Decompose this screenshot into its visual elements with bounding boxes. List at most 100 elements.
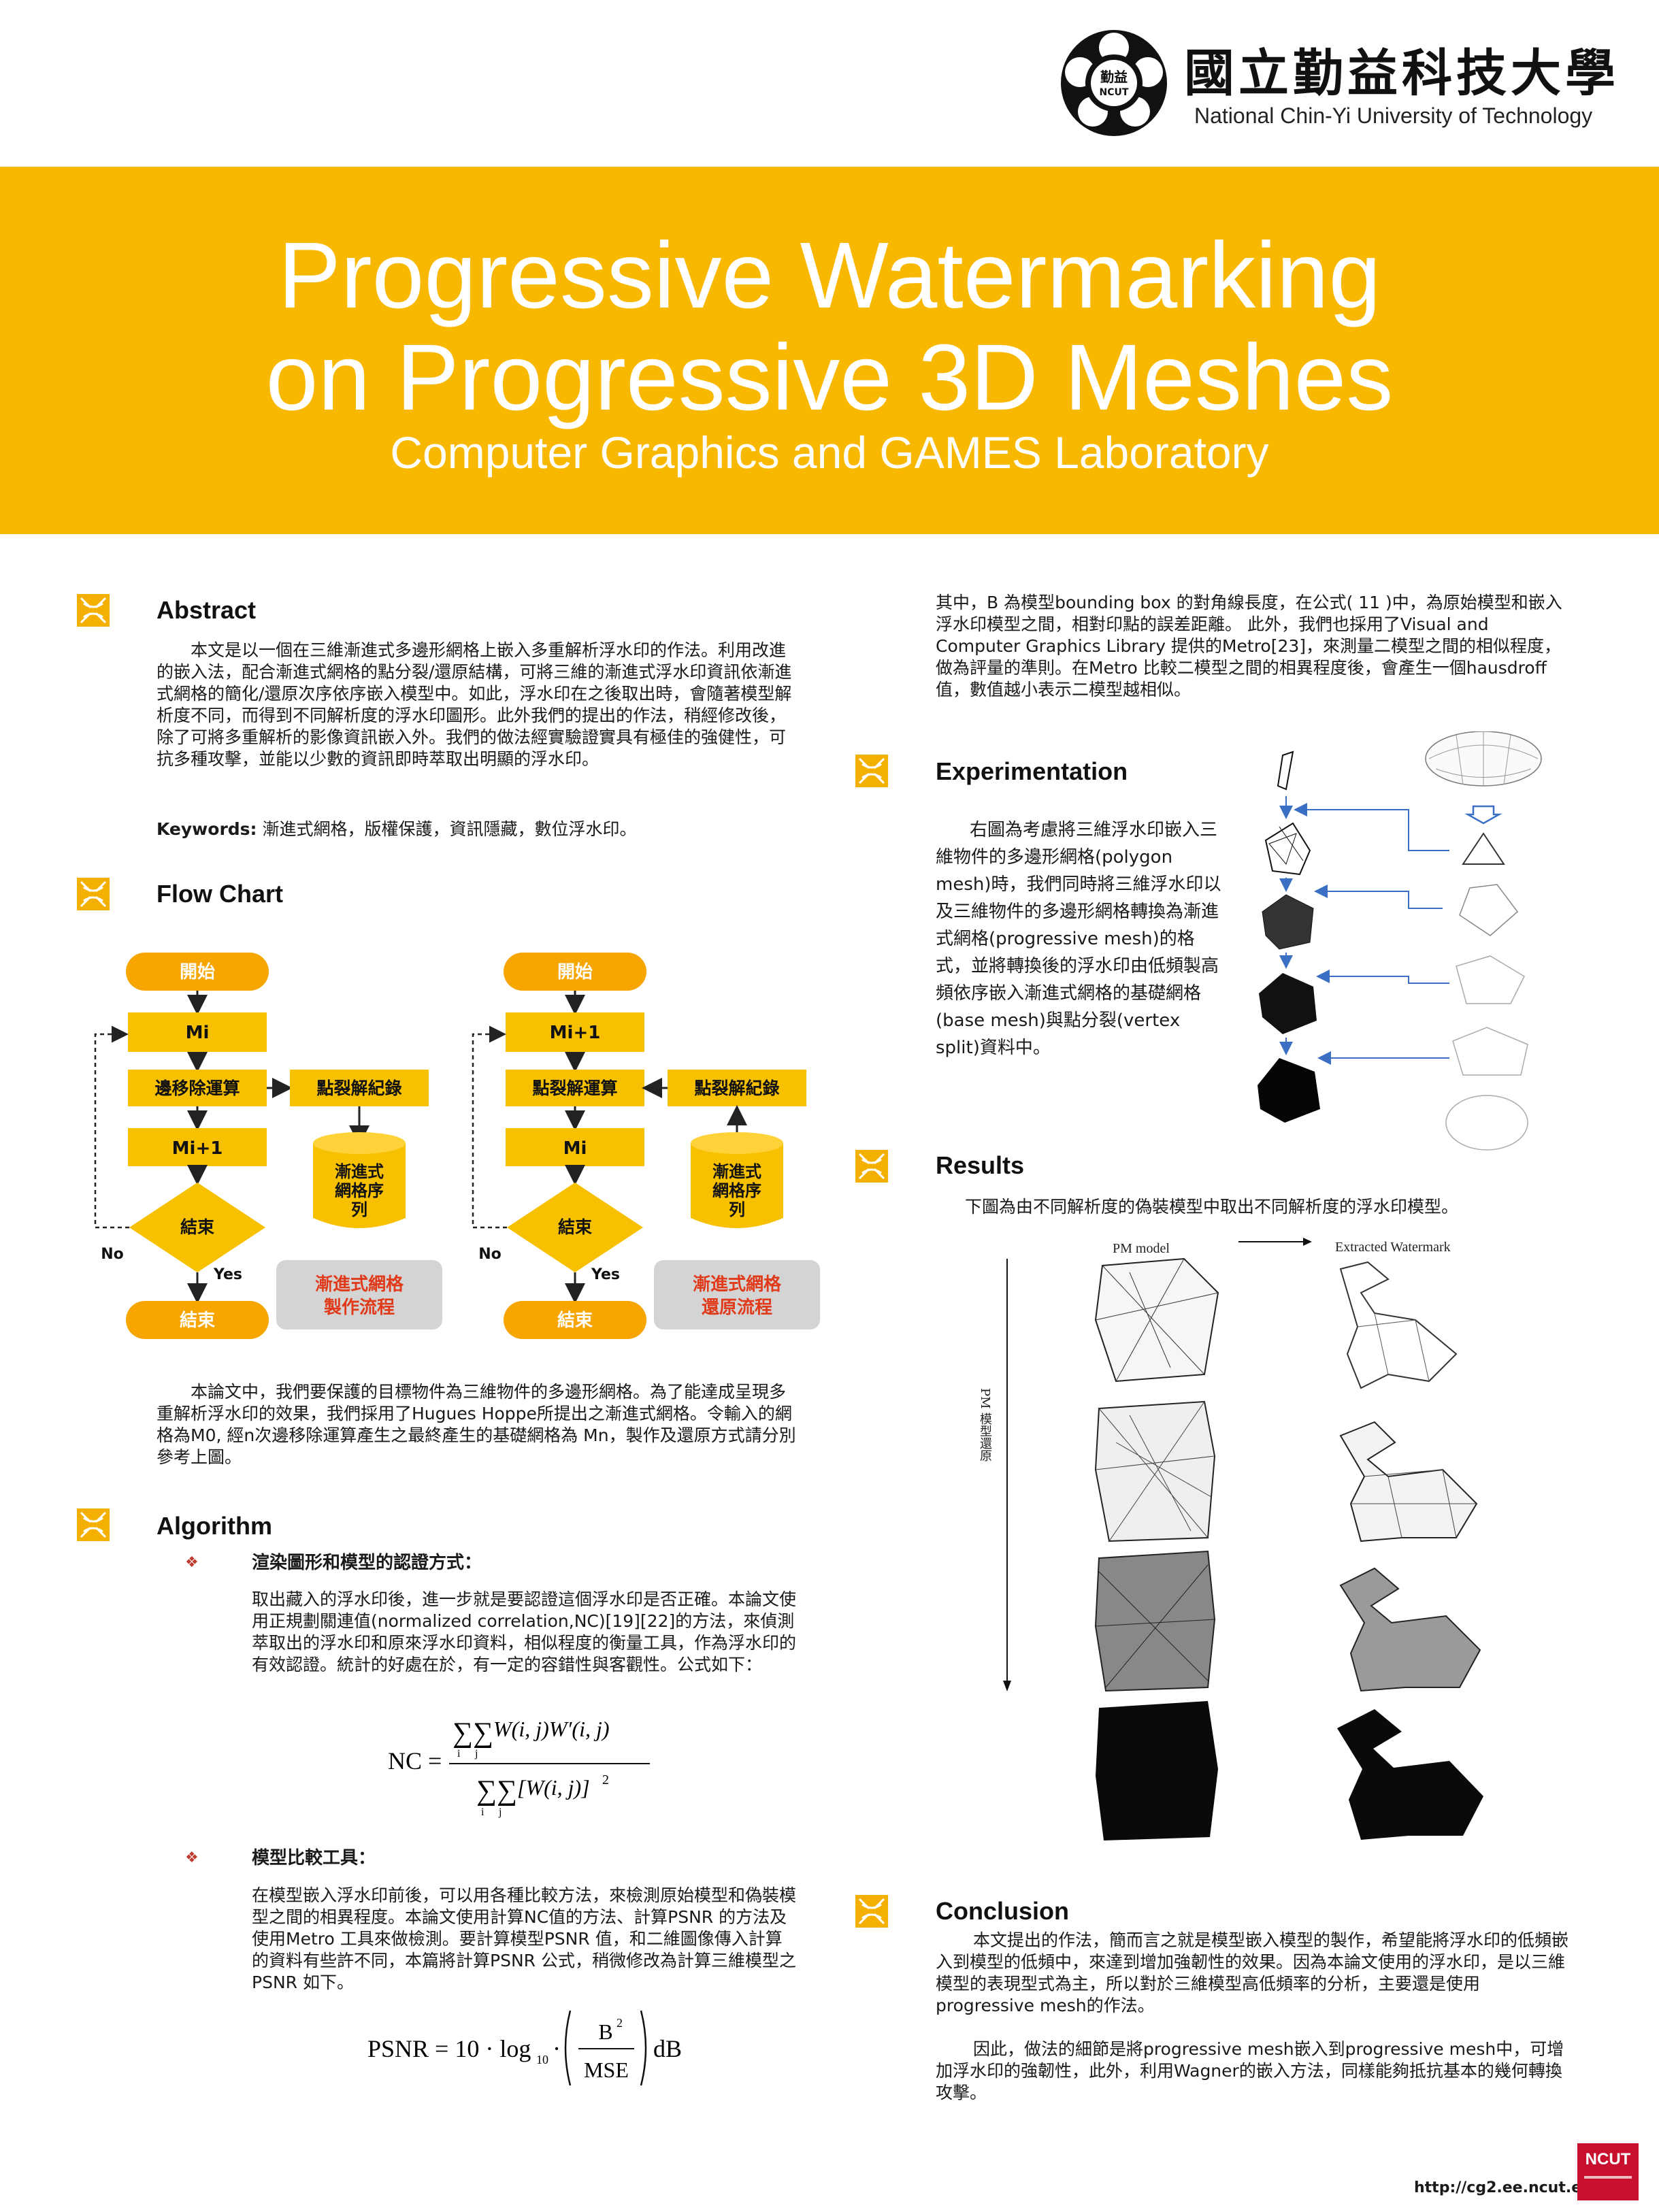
seal-text-en: NCUT — [1100, 87, 1129, 98]
section-ornament-icon — [855, 1150, 888, 1183]
svg-text:NC =: NC = — [388, 1747, 442, 1774]
flow-left-op-label: 邊移除運算 — [154, 1078, 240, 1098]
flow-left-caption-box — [276, 1260, 442, 1330]
mesh-stage-3 — [1262, 894, 1314, 950]
svg-text:MSE: MSE — [584, 2058, 629, 2082]
university-name-cn: 國立勤益科技大學 — [1184, 44, 1620, 103]
section-ornament-icon — [855, 755, 888, 787]
algorithm-heading: Algorithm — [157, 1512, 272, 1540]
svg-text:i: i — [457, 1748, 461, 1760]
section-ornament-icon — [77, 594, 110, 627]
svg-text:[W(i, j)]: [W(i, j)] — [517, 1775, 590, 1800]
seal-text-cn: 勤益 — [1100, 69, 1128, 85]
pm-model-full — [1096, 1701, 1218, 1840]
flow-right-caption-line1: 漸進式網格 — [693, 1274, 782, 1295]
experimentation-heading: Experimentation — [936, 757, 1128, 785]
svg-text:PSNR = 10 · log: PSNR = 10 · log — [367, 2035, 531, 2062]
keywords-text: 漸進式網格，版權保護，資訊隱藏，數位浮水印。 — [262, 819, 637, 839]
flow-right-mi1-label: Mi — [563, 1138, 587, 1159]
mesh-stage-5 — [1258, 1058, 1320, 1123]
university-logo: 勤益 NCUT 國立勤益科技大學 National Chin-Yi Univer… — [1058, 27, 1637, 143]
pm-model-mid — [1094, 1400, 1216, 1542]
flow-right-mi-label: Mi+1 — [550, 1023, 601, 1043]
flow-left-caption-line2: 製作流程 — [324, 1298, 395, 1318]
keywords-label: Keywords: — [157, 819, 257, 839]
results-body: 下圖為由不同解析度的偽裝模型中取出不同解析度的浮水印模型。 — [965, 1197, 1459, 1217]
svg-text:·: · — [553, 2035, 561, 2062]
algorithm-item2-body: 在模型嵌入浮水印前後，可以用各種比較方法，來檢測原始模型和偽裝模型之間的相異程度… — [252, 1885, 797, 1992]
results-heading: Results — [936, 1151, 1025, 1179]
flow-right-yes-label: Yes — [591, 1266, 620, 1283]
results-axis-label: PM 模型還原 — [978, 1388, 992, 1462]
conclusion-para2: 因此，做法的細節是將progressive mesh嵌入到progressive… — [936, 2039, 1564, 2102]
pm-model-low — [1094, 1257, 1219, 1383]
flow-right-record-label: 點裂解紀錄 — [694, 1078, 779, 1098]
flow-left: 開始 Mi 邊移除運算 點裂解紀錄 漸進式 網格序 列 Mi+1 結束 No Y… — [94, 953, 442, 1339]
mesh-stage-4 — [1259, 973, 1317, 1034]
mesh-stage-2 — [1264, 822, 1311, 876]
psnr-formula: PSNR = 10 · log 10 · B 2 MSE dB — [367, 2010, 682, 2086]
flowchart-heading: Flow Chart — [157, 880, 283, 908]
flow-left-mi-label: Mi — [186, 1023, 210, 1043]
poster-subtitle: Computer Graphics and GAMES Laboratory — [390, 427, 1269, 478]
diamond-bullet-icon: ❖ — [185, 1849, 199, 1866]
flow-right-decision-label: 結束 — [558, 1217, 593, 1237]
flow-left-record-label: 點裂解紀錄 — [316, 1078, 401, 1098]
svg-text:W(i, j)W′(i, j): W(i, j)W′(i, j) — [493, 1717, 610, 1741]
ncut-badge-text: NCUT — [1585, 2150, 1631, 2168]
flow-right-no-label: No — [478, 1246, 502, 1263]
flow-left-yes-label: Yes — [213, 1266, 242, 1283]
abstract-body: 本文是以一個在三維漸進式多邊形網格上嵌入多重解析浮水印的作法。利用改進的嵌入法，… — [157, 640, 792, 769]
flow-left-start-label: 開始 — [180, 962, 215, 983]
watermark-stage-5 — [1445, 1095, 1528, 1151]
flow-left-decision-label: 結束 — [180, 1217, 215, 1237]
conclusion-heading: Conclusion — [936, 1897, 1069, 1925]
flow-left-seq-line1: 漸進式 — [335, 1162, 384, 1181]
flow-right-caption-box — [654, 1260, 820, 1330]
mesh-stage-1 — [1277, 750, 1294, 791]
watermark-base-mesh — [1462, 832, 1505, 865]
algorithm-item1-title: 渲染圖形和模型的認證方式： — [252, 1553, 482, 1573]
flow-left-no-label: No — [101, 1246, 124, 1263]
svg-text:∑∑: ∑∑ — [476, 1775, 517, 1806]
watermark-stage-2 — [1459, 884, 1519, 936]
section-ornament-icon — [77, 1508, 110, 1541]
flowchart-description: 本論文中，我們要保護的目標物件為三維物件的多邊形網格。為了能達成呈現多重解析浮水… — [157, 1382, 796, 1467]
keywords-line: Keywords: 漸進式網格，版權保護，資訊隱藏，數位浮水印。 — [157, 819, 796, 840]
svg-text:B: B — [598, 2019, 612, 2044]
flow-right-seq-line2: 網格序 — [712, 1181, 761, 1200]
flow-right-start-label: 開始 — [557, 962, 593, 983]
algorithm-item1-body: 取出藏入的浮水印後，進一步就是要認證這個浮水印是否正確。本論文使用正規劃關連值(… — [252, 1589, 797, 1674]
ncut-badge: NCUT — [1577, 2143, 1639, 2200]
experimentation-body: 右圖為考慮將三維浮水印嵌入三維物件的多邊形網格(polygon mesh)時，我… — [936, 820, 1221, 1058]
results-down-arrow-icon — [1003, 1259, 1011, 1691]
flowchart-diagram: 開始 Mi 邊移除運算 點裂解紀錄 漸進式 網格序 列 Mi+1 結束 No Y… — [94, 953, 820, 1339]
experimentation-mesh-figure — [1258, 731, 1542, 1151]
flow-left-caption-line1: 漸進式網格 — [315, 1274, 404, 1295]
university-seal-icon: 勤益 NCUT — [1061, 30, 1167, 136]
flow-right: 開始 Mi+1 點裂解運算 點裂解紀錄 漸進式 網格序 列 Mi 結束 No Y… — [472, 953, 820, 1339]
flow-right-end-label: 結束 — [557, 1310, 593, 1331]
svg-text:dB: dB — [653, 2035, 682, 2062]
flow-right-op-label: 點裂解運算 — [532, 1078, 617, 1098]
diamond-bullet-icon: ❖ — [185, 1554, 199, 1571]
watermark-stage-4 — [1452, 1027, 1528, 1076]
section-ornament-icon — [77, 878, 110, 910]
svg-text:j: j — [498, 1806, 502, 1818]
right-arrow-icon — [1238, 1238, 1312, 1246]
section-ornament-icon — [855, 1895, 888, 1928]
watermark-low — [1339, 1261, 1458, 1389]
watermark-high — [1339, 1567, 1481, 1692]
flow-right-caption-line2: 還原流程 — [702, 1298, 772, 1318]
down-arrow-icon — [1464, 805, 1502, 825]
flow-left-end-label: 結束 — [180, 1310, 216, 1331]
pm-model-high — [1094, 1550, 1216, 1692]
svg-text:i: i — [481, 1806, 484, 1818]
svg-text:j: j — [474, 1748, 478, 1760]
flow-left-seq-line3: 列 — [351, 1200, 367, 1219]
nc-formula: NC = ∑∑ i j W(i, j)W′(i, j) ∑∑ i j [W(i, j… — [388, 1717, 650, 1818]
poster-title-line2: on Progressive 3D Meshes — [265, 325, 1394, 430]
watermark-full — [1337, 1709, 1483, 1840]
flow-left-seq-line2: 網格序 — [335, 1181, 384, 1200]
svg-text:∑∑: ∑∑ — [453, 1717, 493, 1749]
